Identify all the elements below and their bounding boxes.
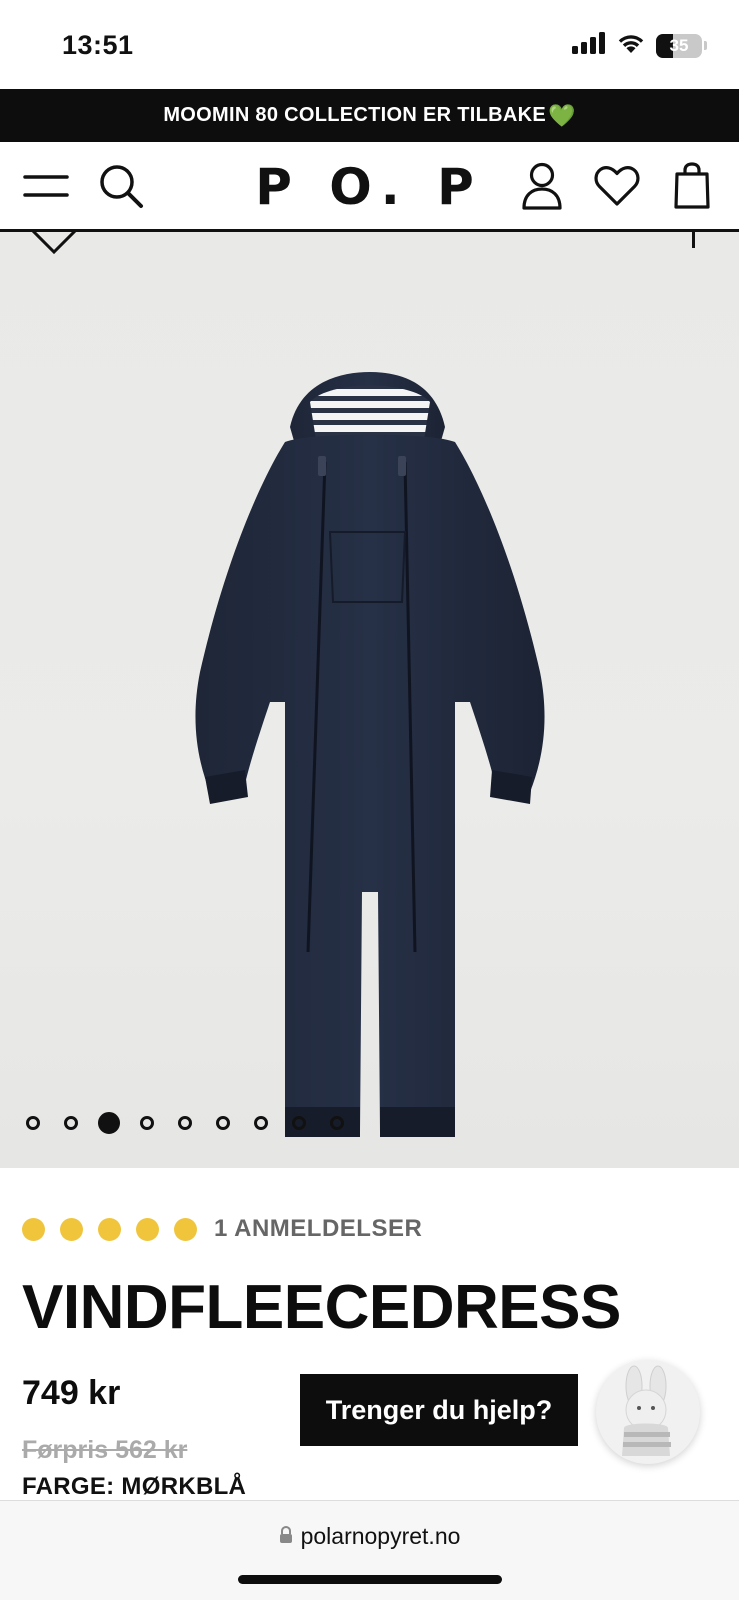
promo-banner[interactable]: MOOMIN 80 COLLECTION ER TILBAKE 💚: [0, 89, 739, 142]
status-icons: 35: [572, 32, 707, 59]
gallery-pagination[interactable]: [26, 1112, 368, 1134]
account-icon[interactable]: [518, 162, 566, 210]
help-button[interactable]: Trenger du hjelp?: [300, 1374, 578, 1446]
battery-icon: 35: [656, 33, 702, 58]
gallery-dot[interactable]: [216, 1116, 230, 1130]
gallery-dot[interactable]: [178, 1116, 192, 1130]
heart-icon[interactable]: [592, 162, 642, 210]
rating-dot: [22, 1217, 45, 1241]
rating-dot: [174, 1217, 197, 1241]
site-header: P O. P: [0, 142, 739, 232]
product-color: FARGE: MØRKBLÅ: [22, 1473, 247, 1500]
product-image-fleece-suit: [190, 372, 550, 1168]
lock-icon: [279, 1523, 293, 1550]
wifi-icon: [616, 32, 646, 59]
bag-icon[interactable]: [672, 162, 712, 210]
gallery-dot[interactable]: [140, 1116, 154, 1130]
url-text: polarnopyret.no: [300, 1523, 461, 1549]
gallery-dot[interactable]: [330, 1116, 344, 1130]
gallery-dot-active[interactable]: [98, 1112, 120, 1134]
gallery-dot[interactable]: [64, 1116, 78, 1130]
promo-text: MOOMIN 80 COLLECTION ER TILBAKE: [163, 104, 546, 126]
home-indicator: [238, 1575, 502, 1584]
gallery-dot[interactable]: [26, 1116, 40, 1130]
battery-level: 35: [669, 35, 689, 55]
status-bar: 13:51 35: [0, 0, 739, 89]
rating-dot: [60, 1217, 83, 1241]
gallery-dot[interactable]: [292, 1116, 306, 1130]
product-title: VINDFLEECEDRESS: [22, 1273, 621, 1342]
product-rating[interactable]: 1 ANMELDELSER: [22, 1215, 422, 1243]
product-old-price: Førpris 562 kr: [22, 1436, 188, 1464]
rating-dots: [22, 1217, 212, 1241]
reviews-count[interactable]: 1 ANMELDELSER: [214, 1215, 422, 1243]
green-heart-icon: 💚: [547, 102, 576, 128]
gallery-divider: [692, 232, 695, 248]
gallery-dot[interactable]: [254, 1116, 268, 1130]
chevron-down-icon: [30, 232, 78, 261]
help-chat-avatar[interactable]: [596, 1360, 700, 1464]
url-display[interactable]: polarnopyret.no: [0, 1523, 739, 1550]
browser-url-bar[interactable]: polarnopyret.no: [0, 1500, 739, 1600]
rating-dot: [136, 1217, 159, 1241]
signal-icon: [572, 32, 606, 59]
status-time: 13:51: [62, 30, 134, 60]
rating-dot: [98, 1217, 121, 1241]
product-price: 749 kr: [22, 1374, 121, 1412]
product-image-gallery[interactable]: [0, 232, 739, 1168]
